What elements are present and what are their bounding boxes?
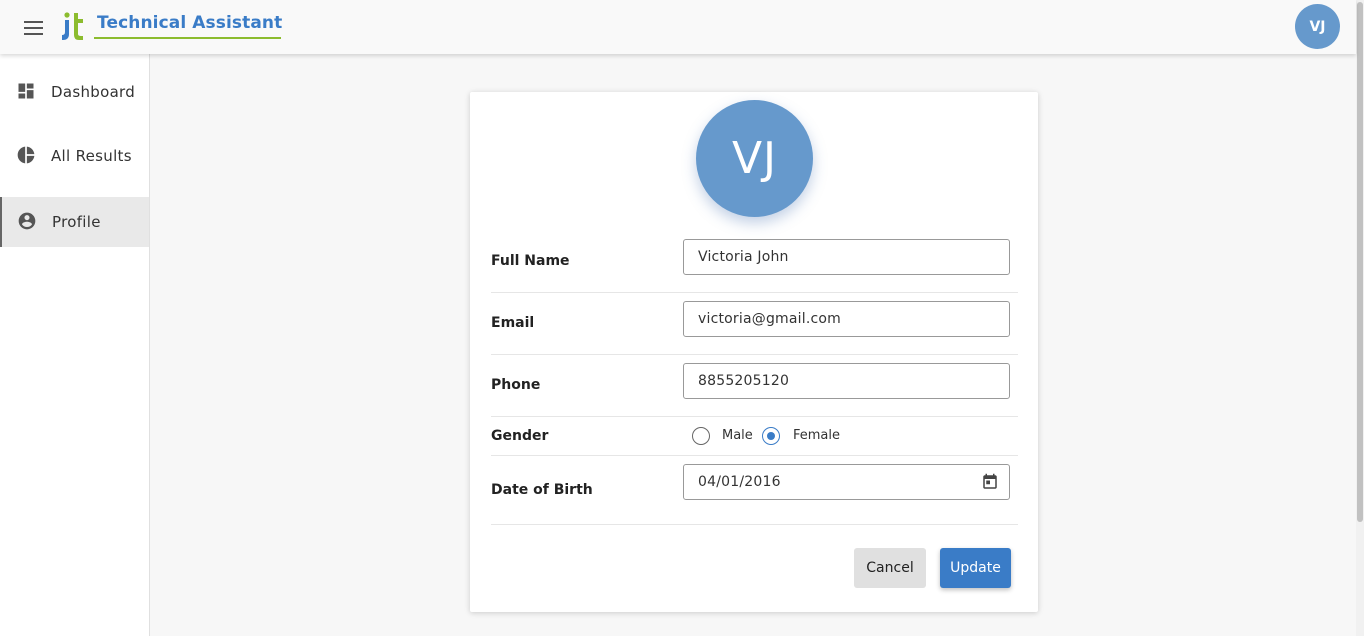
scrollbar-thumb[interactable] xyxy=(1357,2,1363,522)
top-app-bar: Technical Assistant VJ xyxy=(0,0,1356,54)
dob-value: 04/01/2016 xyxy=(698,474,781,490)
full-name-label: Full Name xyxy=(491,253,570,269)
sidebar-item-all-results[interactable]: All Results xyxy=(0,131,149,181)
sidebar-item-label: Dashboard xyxy=(51,83,136,101)
sidebar-item-dashboard[interactable]: Dashboard xyxy=(0,67,149,117)
gender-female-label: Female xyxy=(793,428,841,443)
app-logo-icon xyxy=(62,12,83,40)
gender-label: Gender xyxy=(491,428,549,444)
dob-label: Date of Birth xyxy=(491,482,593,498)
sidebar-item-label: All Results xyxy=(51,147,132,165)
sidebar: Dashboard All Results Profile xyxy=(0,54,150,636)
title-underline xyxy=(94,37,281,39)
full-name-field[interactable] xyxy=(683,239,1010,275)
divider xyxy=(491,524,1018,525)
divider xyxy=(491,354,1018,355)
profile-avatar: VJ xyxy=(696,100,813,217)
divider xyxy=(491,292,1018,293)
email-field[interactable] xyxy=(683,301,1010,337)
gender-female-radio[interactable] xyxy=(762,427,780,445)
hamburger-menu-icon[interactable] xyxy=(24,21,43,35)
divider xyxy=(491,416,1018,417)
dob-field[interactable]: 04/01/2016 xyxy=(683,464,1010,500)
dashboard-icon xyxy=(18,83,34,99)
calendar-icon[interactable] xyxy=(981,473,999,491)
pie-chart-icon xyxy=(17,146,35,164)
gender-male-label: Male xyxy=(722,428,753,443)
email-label: Email xyxy=(491,315,535,331)
sidebar-item-label: Profile xyxy=(52,213,101,231)
app-title: Technical Assistant xyxy=(97,13,283,33)
phone-field[interactable] xyxy=(683,363,1010,399)
cancel-button[interactable]: Cancel xyxy=(854,548,926,588)
update-button[interactable]: Update xyxy=(940,548,1011,588)
divider xyxy=(491,455,1018,456)
page-scrollbar[interactable] xyxy=(1356,0,1364,636)
sidebar-item-profile[interactable]: Profile xyxy=(0,197,149,247)
phone-label: Phone xyxy=(491,377,541,393)
user-avatar-button[interactable]: VJ xyxy=(1295,4,1340,49)
account-circle-icon xyxy=(18,212,36,230)
profile-card: VJ Full Name Email Phone Gender Male Fem… xyxy=(470,92,1038,612)
gender-male-radio[interactable] xyxy=(692,427,710,445)
